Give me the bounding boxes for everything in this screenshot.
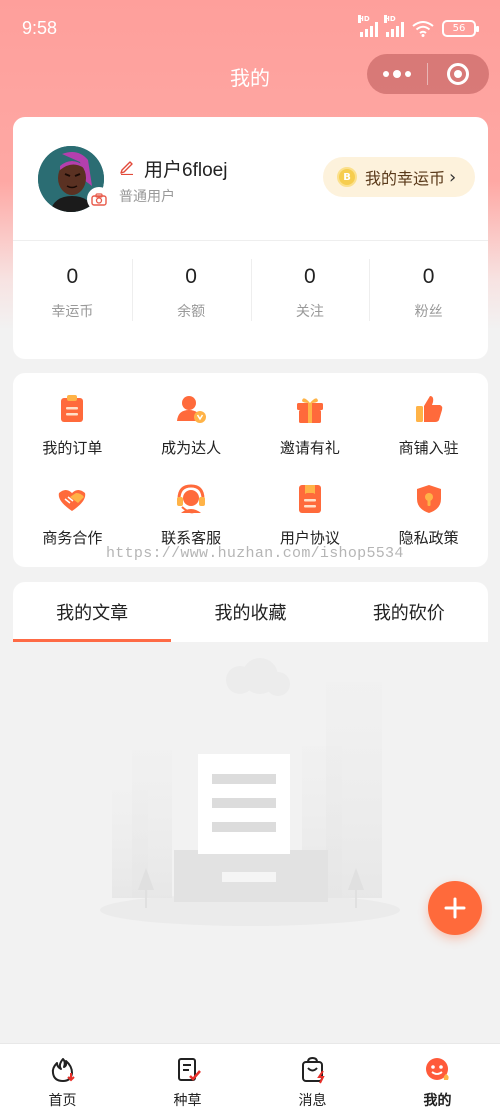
status-bar: 9:58 HD HD 56 — [0, 0, 500, 58]
tab-my-bargains[interactable]: 我的砍价 — [330, 582, 488, 642]
user-level: 普通用户 — [119, 189, 175, 205]
stat-value: 0 — [185, 265, 197, 288]
service-become-expert[interactable]: 成为达人 — [132, 393, 251, 483]
bottom-tab-seeding[interactable]: 种草 — [125, 1044, 250, 1111]
profile-card: 用户6floej 普通用户 B 我的幸运币 › 0 幸运币 0 余额 0 关注 … — [13, 117, 488, 359]
mini-program-capsule — [367, 54, 489, 94]
plus-icon — [444, 897, 466, 919]
stat-balance[interactable]: 0 余额 — [131, 257, 251, 321]
stats-row: 0 幸运币 0 余额 0 关注 0 粉丝 — [13, 257, 488, 321]
tab-my-articles[interactable]: 我的文章 — [13, 582, 172, 642]
edit-pencil-icon[interactable] — [119, 159, 135, 175]
bottom-tab-messages[interactable]: 消息 — [250, 1044, 375, 1111]
service-label: 商务合作 — [42, 529, 103, 547]
stat-label: 余额 — [177, 304, 206, 320]
document-icon — [298, 485, 321, 513]
bottom-tab-label: 首页 — [48, 1093, 77, 1109]
stat-label: 关注 — [295, 304, 324, 320]
service-shop-settle[interactable]: 商铺入驻 — [369, 393, 488, 483]
profile-face-icon — [425, 1058, 449, 1080]
divider — [13, 240, 488, 241]
service-label: 隐私政策 — [398, 529, 459, 547]
stat-label: 幸运币 — [51, 304, 94, 320]
bottom-tab-label: 种草 — [173, 1093, 202, 1109]
stat-value: 0 — [304, 265, 316, 288]
service-label: 邀请有礼 — [279, 439, 340, 457]
stat-value: 0 — [66, 265, 79, 288]
home-fire-icon — [51, 1058, 75, 1082]
bottom-tab-label: 我的 — [423, 1093, 452, 1109]
status-time: 9:58 — [22, 18, 58, 38]
wifi-icon — [412, 20, 434, 37]
bottom-tab-mine[interactable]: 我的 — [375, 1044, 500, 1111]
stat-lucky-coin[interactable]: 0 幸运币 — [13, 257, 132, 321]
notes-check-icon — [177, 1058, 201, 1081]
chevron-right-icon: › — [449, 166, 457, 188]
services-card: 我的订单 成为达人 邀请有礼 商铺入驻 商务合作 联系客服 用户协议 隐私政策 — [13, 373, 488, 567]
network-type-label: HD — [384, 14, 396, 23]
network-type-label: HD — [358, 14, 370, 23]
service-label: 我的订单 — [42, 439, 103, 457]
target-icon — [447, 63, 469, 85]
thumbs-up-icon — [415, 396, 442, 422]
lucky-coin-label: 我的幸运币 — [365, 169, 446, 188]
stat-followers[interactable]: 0 粉丝 — [369, 257, 488, 321]
message-bag-icon — [301, 1056, 325, 1084]
shield-icon — [416, 485, 441, 513]
coin-icon: B — [337, 167, 357, 187]
signal-icon: HD — [358, 14, 378, 37]
handshake-icon — [59, 490, 86, 511]
tab-my-favorites[interactable]: 我的收藏 — [171, 582, 329, 642]
stat-value: 0 — [422, 265, 435, 288]
content-tabs: 我的文章 我的收藏 我的砍价 — [13, 582, 488, 642]
service-label: 商铺入驻 — [398, 439, 459, 457]
service-my-orders[interactable]: 我的订单 — [13, 393, 132, 483]
stat-label: 粉丝 — [414, 304, 443, 320]
status-indicators: HD HD 56 — [358, 14, 479, 37]
headset-icon — [177, 484, 206, 514]
battery-icon: 56 — [442, 20, 479, 37]
username[interactable]: 用户6floej — [144, 155, 227, 182]
signal-icon: HD — [384, 14, 404, 37]
bottom-tab-label: 消息 — [298, 1093, 327, 1109]
add-article-button[interactable] — [428, 881, 482, 935]
stat-following[interactable]: 0 关注 — [250, 257, 370, 321]
service-label: 成为达人 — [161, 439, 222, 457]
more-options-button[interactable] — [367, 54, 427, 94]
clipboard-icon — [61, 395, 84, 422]
lucky-coin-button[interactable]: B 我的幸运币 › — [323, 157, 475, 197]
gift-icon — [296, 398, 323, 423]
bottom-tab-bar: 首页 种草 消息 我的 — [0, 1043, 500, 1111]
close-miniprogram-button[interactable] — [428, 54, 488, 94]
empty-state-illustration — [100, 658, 400, 926]
watermark-url: https://www.huzhan.com/ishop5534 — [106, 545, 404, 562]
service-invite-gift[interactable]: 邀请有礼 — [251, 393, 370, 483]
bottom-tab-home[interactable]: 首页 — [0, 1044, 125, 1111]
expert-user-icon — [177, 396, 207, 423]
camera-icon[interactable] — [87, 187, 111, 211]
